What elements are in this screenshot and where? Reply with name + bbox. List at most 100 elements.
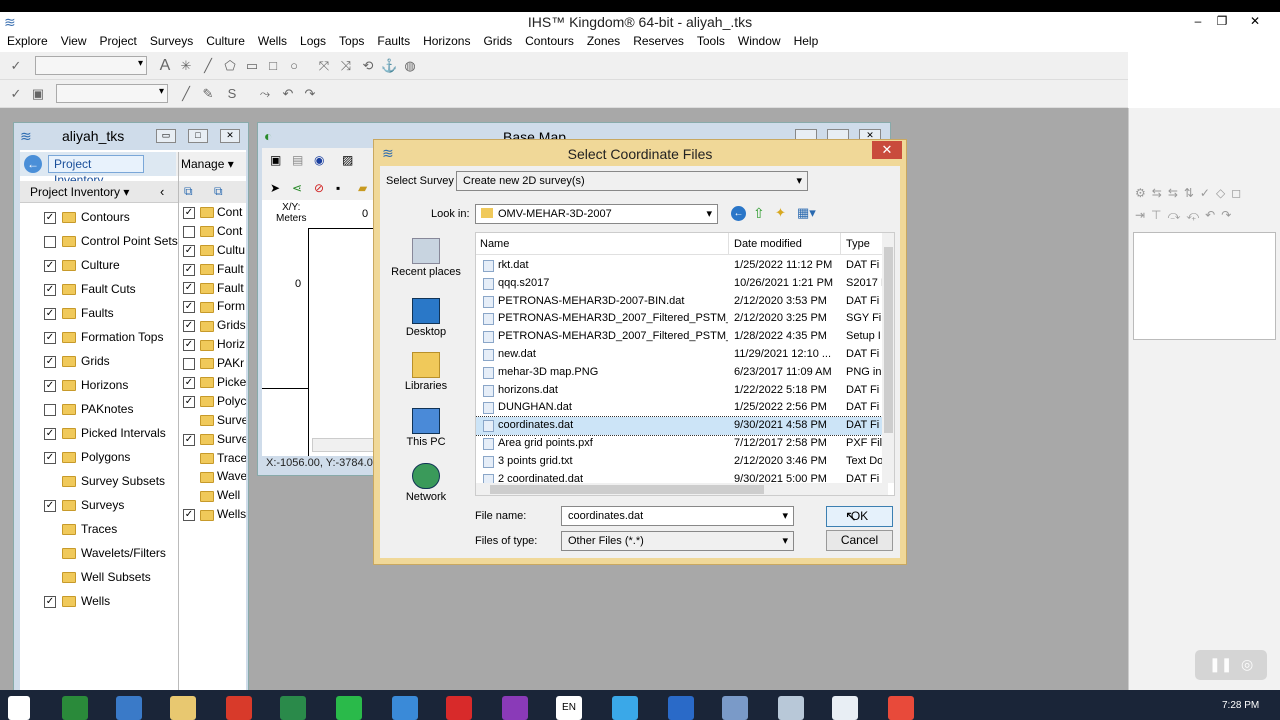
tree-item[interactable]: ✓ Surveys <box>44 493 178 517</box>
file-row[interactable]: qqq.s2017 10/26/2021 1:21 PM S2017 I <box>476 275 894 293</box>
col-date[interactable]: Date modified <box>734 233 802 255</box>
file-row[interactable]: DUNGHAN.dat 1/25/2022 2:56 PM DAT Fi <box>476 399 894 417</box>
place-libraries[interactable]: Libraries <box>386 352 466 392</box>
app-icon-4[interactable] <box>722 696 748 720</box>
square-tool-icon[interactable]: □ <box>265 58 281 74</box>
file-name-input[interactable]: coordinates.dat ▾ <box>561 506 794 526</box>
eraser-icon[interactable]: ✎ <box>200 86 216 102</box>
menu-project[interactable]: Project <box>99 32 136 50</box>
start-icon[interactable] <box>8 696 30 720</box>
select-survey-dropdown[interactable]: Create new 2D survey(s) ▾ <box>456 171 808 191</box>
col-type[interactable]: Type <box>846 233 870 255</box>
app-restore-button[interactable]: ❐ <box>1207 12 1237 30</box>
globe-icon[interactable]: ◉ <box>314 153 324 167</box>
chrome-icon[interactable] <box>226 696 252 720</box>
place-desktop[interactable]: Desktop <box>386 298 466 338</box>
tree2-checkbox[interactable]: ✓ <box>183 395 195 408</box>
tree-item[interactable]: Control Point Sets <box>44 229 178 253</box>
curve-icon[interactable]: S <box>224 86 240 102</box>
new-folder-icon[interactable]: ✦ <box>775 205 786 221</box>
view-menu-icon[interactable]: ▦▾ <box>797 205 816 221</box>
check-icon[interactable]: ✓ <box>8 86 24 102</box>
col-name[interactable]: Name <box>480 233 509 255</box>
menu-view[interactable]: View <box>61 32 87 50</box>
tree-item[interactable]: ✓ Grids <box>44 349 178 373</box>
vscroll-thumb[interactable] <box>884 247 893 433</box>
tree2-checkbox[interactable]: ✓ <box>183 320 195 333</box>
onenote-icon[interactable] <box>502 696 528 720</box>
tree2-item[interactable]: Wave <box>183 467 246 486</box>
tree-item[interactable]: ✓ Fault Cuts <box>44 277 178 301</box>
tree2-item[interactable]: ✓ Grids <box>183 316 246 335</box>
tree2-checkbox[interactable]: ✓ <box>183 509 195 522</box>
place-recent[interactable]: Recent places <box>386 238 466 278</box>
tree-item[interactable]: Traces <box>44 517 178 541</box>
menu-window[interactable]: Window <box>738 32 781 50</box>
look-in-dropdown[interactable]: OMV-MEHAR-3D-2007 ▾ <box>475 204 718 224</box>
pause-icon[interactable]: ❚❚ <box>1209 656 1232 673</box>
rotate-tool-icon[interactable]: ⟲ <box>360 58 376 74</box>
tree-checkbox[interactable]: ✓ <box>44 259 56 272</box>
tree2-item[interactable]: ✓ Cont <box>183 203 246 222</box>
toolbar-combo-2[interactable]: ▾ <box>56 84 168 103</box>
file-row[interactable]: coordinates.dat 9/30/2021 4:58 PM DAT Fi <box>476 416 894 436</box>
back-icon[interactable]: ← <box>24 155 42 173</box>
redo-icon[interactable]: ↷ <box>302 86 318 102</box>
language-indicator[interactable]: EN <box>556 696 582 720</box>
app-icon-6[interactable] <box>888 696 914 720</box>
place-network[interactable]: Network <box>386 463 466 503</box>
tree2-item[interactable]: Cont <box>183 222 246 241</box>
chart-icon[interactable]: ▨ <box>342 153 353 167</box>
toolbar-combo-1[interactable]: ▾ <box>35 56 147 75</box>
tree-checkbox[interactable] <box>44 235 56 248</box>
tree-item[interactable]: ✓ Horizons <box>44 373 178 397</box>
base-map-canvas[interactable] <box>262 200 376 456</box>
record-icon[interactable]: ◎ <box>1241 656 1253 673</box>
tree2-item[interactable]: ✓ Wells <box>183 505 246 524</box>
tree2-checkbox[interactable]: ✓ <box>183 339 195 352</box>
vertical-scrollbar[interactable] <box>882 233 894 483</box>
undo-icon[interactable]: ↶ <box>280 86 296 102</box>
tree-item[interactable]: ✓ Polygons <box>44 445 178 469</box>
text-tool-icon[interactable]: A <box>157 58 173 74</box>
ok-button[interactable]: OK <box>826 506 893 527</box>
dialog-close-button[interactable]: ✕ <box>872 141 902 159</box>
anchor-tool-icon[interactable]: ⚓ <box>381 58 397 74</box>
whatsapp-icon[interactable] <box>336 696 362 720</box>
menu-horizons[interactable]: Horizons <box>423 32 470 50</box>
tree-item[interactable]: Wavelets/Filters <box>44 541 178 565</box>
tree-checkbox[interactable]: ✓ <box>44 283 56 296</box>
bm-scrollbar[interactable] <box>312 438 376 452</box>
polygon-tool-icon[interactable]: ⬠ <box>222 58 238 74</box>
right-tools-row2[interactable]: ⇥⊤⤼⤽↶↷ <box>1135 208 1237 223</box>
menu-help[interactable]: Help <box>794 32 819 50</box>
tree2-checkbox[interactable]: ✓ <box>183 301 195 314</box>
save-icon[interactable]: ▣ <box>30 86 46 102</box>
tree-checkbox[interactable]: ✓ <box>44 331 56 344</box>
tree-item[interactable]: ✓ Culture <box>44 253 178 277</box>
tree-item[interactable]: ✓ Faults <box>44 301 178 325</box>
circle-tool-icon[interactable]: ○ <box>286 58 302 74</box>
tree2-item[interactable]: ✓ Polyc <box>183 392 246 411</box>
pencil-icon[interactable]: ╱ <box>178 86 194 102</box>
rectangle-tool-icon[interactable]: ▭ <box>244 58 260 74</box>
tree2-item[interactable]: Well <box>183 486 246 505</box>
video-controls[interactable]: ❚❚ ◎ <box>1195 650 1267 680</box>
tab-project-inventory[interactable]: Project Inventory <box>48 155 144 187</box>
menu-tools[interactable]: Tools <box>697 32 725 50</box>
tree2-item[interactable]: PAKr <box>183 354 246 373</box>
tree2-checkbox[interactable] <box>183 357 195 370</box>
collapse-icon[interactable]: ‹ <box>160 184 164 199</box>
tree2-checkbox[interactable]: ✓ <box>183 282 195 295</box>
pw-maximize-button[interactable]: □ <box>188 129 208 143</box>
file-row[interactable]: PETRONAS-MEHAR3D-2007-BIN.dat 2/12/2020 3… <box>476 293 894 311</box>
stop-icon[interactable]: ⊘ <box>314 181 324 195</box>
line-tool-icon[interactable]: ╱ <box>200 58 216 74</box>
kingdom-taskbar-icon[interactable] <box>832 696 858 720</box>
tree-checkbox[interactable]: ✓ <box>44 307 56 320</box>
tree2-item[interactable]: ✓ Fault <box>183 260 246 279</box>
tree-checkbox[interactable]: ✓ <box>44 211 56 224</box>
copy-icon[interactable]: ⧉ <box>184 184 193 199</box>
tree-item[interactable]: ✓ Formation Tops <box>44 325 178 349</box>
hscroll-thumb[interactable] <box>490 485 764 494</box>
